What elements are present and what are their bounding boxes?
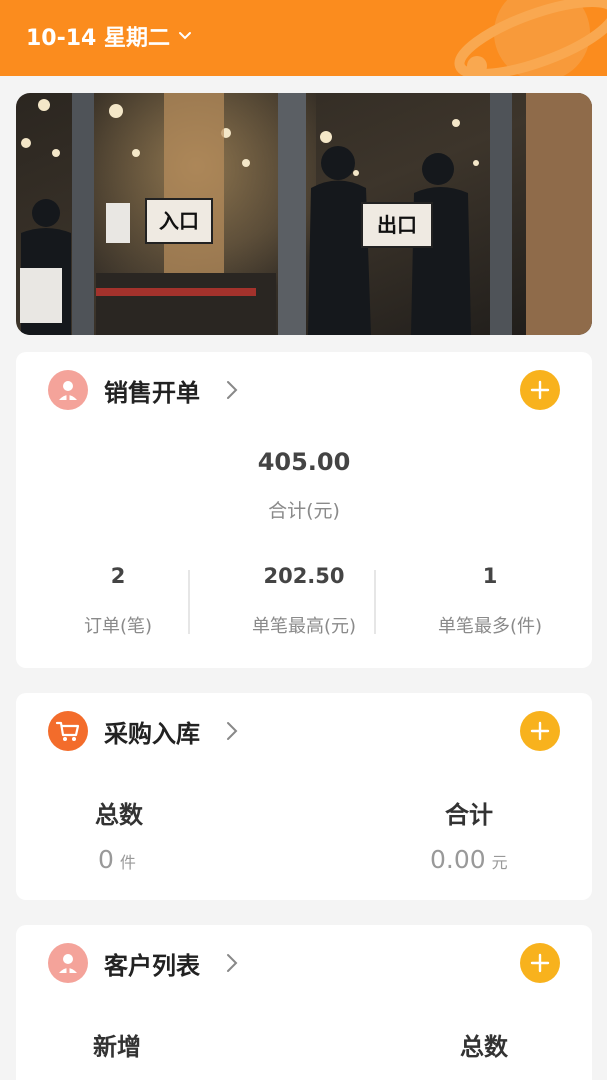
purchase-header-link[interactable]: 采购入库 [48, 711, 240, 751]
top-bar: 10-14 星期二 [0, 0, 607, 76]
chevron-down-icon [179, 32, 192, 40]
customers-new-title: 新增 [93, 1033, 141, 1061]
max-amount-label: 单笔最高(元) [251, 616, 357, 637]
sales-card: 销售开单 405.00 合计(元) 2 订单(笔) 202.50 单笔最高(元)… [16, 352, 592, 668]
sales-title: 销售开单 [104, 378, 200, 407]
stat-divider [188, 570, 190, 634]
max-qty-stat: 1 单笔最多(件) [394, 564, 586, 638]
customers-title: 客户列表 [104, 951, 200, 980]
orders-stat: 2 订单(笔) [22, 564, 214, 638]
purchase-count-unit: 件 [119, 853, 136, 872]
sales-total-label: 合计(元) [268, 500, 340, 522]
restaurant-doorway-image: 入口 出口 [16, 93, 592, 335]
date-label: 10-14 星期二 [26, 26, 171, 51]
max-qty-label: 单笔最多(件) [437, 616, 543, 637]
customers-card: 客户列表 新增 总数 [16, 925, 592, 1080]
promo-banner[interactable]: 入口 出口 [16, 93, 592, 335]
customers-total-title: 总数 [460, 1033, 508, 1061]
cart-icon [48, 711, 88, 751]
plus-icon [530, 380, 550, 400]
orders-label: 订单(笔) [83, 616, 153, 637]
purchase-card: 采购入库 总数 0件 合计 0.00 元 [16, 693, 592, 900]
entrance-sign: 入口 [159, 210, 199, 233]
sales-total-value: 405.00 [257, 448, 351, 476]
add-purchase-button[interactable] [520, 711, 560, 751]
chevron-right-icon [227, 381, 238, 399]
stat-divider [374, 570, 376, 634]
purchase-sum-unit: 元 [491, 853, 508, 872]
max-amount-value: 202.50 [263, 564, 345, 588]
add-customer-button[interactable] [520, 943, 560, 983]
chevron-right-icon [227, 954, 238, 972]
max-amount-stat: 202.50 单笔最高(元) [208, 564, 400, 638]
purchase-count-title: 总数 [95, 801, 143, 829]
purchase-count: 0件 [98, 845, 136, 874]
plus-icon [530, 953, 550, 973]
chevron-right-icon [227, 722, 238, 740]
orders-value: 2 [110, 564, 126, 588]
customers-header-link[interactable]: 客户列表 [48, 943, 240, 983]
user-icon [48, 370, 88, 410]
sales-header-link[interactable]: 销售开单 [48, 370, 240, 410]
user-icon [48, 943, 88, 983]
purchase-sum-title: 合计 [445, 801, 493, 829]
purchase-title: 采购入库 [104, 719, 200, 748]
exit-sign: 出口 [377, 214, 417, 237]
max-qty-value: 1 [482, 564, 498, 588]
add-sales-button[interactable] [520, 370, 560, 410]
planet-decoration-icon [454, 0, 607, 76]
purchase-count-value: 0 [98, 845, 114, 874]
purchase-sum: 0.00 元 [430, 845, 508, 874]
plus-icon [530, 721, 550, 741]
purchase-sum-value: 0.00 [430, 845, 486, 874]
date-selector[interactable]: 10-14 星期二 [26, 20, 192, 52]
